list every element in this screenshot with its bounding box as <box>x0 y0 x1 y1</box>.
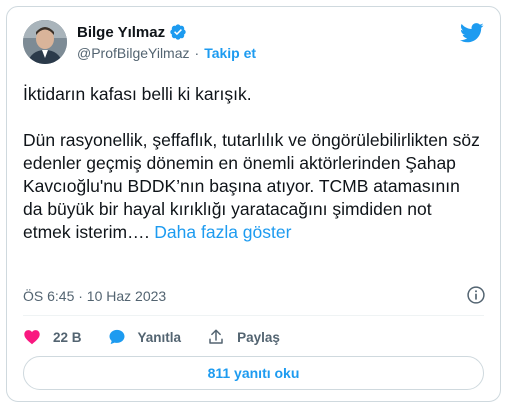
share-upload-icon <box>209 329 223 344</box>
separator-dot: · <box>194 45 200 61</box>
handle-row: @ProfBilgeYilmaz · Takip et <box>77 45 256 61</box>
author-handle[interactable]: @ProfBilgeYilmaz <box>77 45 190 61</box>
author-name[interactable]: Bilge Yılmaz <box>77 24 165 41</box>
likes-count: 22 B <box>53 329 82 345</box>
avatar[interactable] <box>23 20 67 64</box>
show-more-link[interactable]: Daha fazla göster <box>154 222 291 242</box>
read-replies-button[interactable]: 811 yanıtı oku <box>23 356 484 390</box>
twitter-bird-icon[interactable] <box>459 22 484 44</box>
tweet-card[interactable]: Bilge Yılmaz @ProfBilgeYilmaz · Takip et… <box>6 6 501 402</box>
info-icon[interactable] <box>466 285 486 305</box>
reply-button[interactable]: Yanıtla <box>108 328 182 346</box>
name-row: Bilge Yılmaz <box>77 23 187 41</box>
share-label: Paylaş <box>237 329 280 345</box>
follow-button[interactable]: Takip et <box>204 45 256 61</box>
tweet-body: İktidarın kafası belli ki karışık. Dün r… <box>23 84 480 242</box>
heart-icon <box>24 330 40 345</box>
share-button[interactable]: Paylaş <box>207 328 280 346</box>
divider <box>23 315 484 316</box>
tweet-text: İktidarın kafası belli ki karışık. Dün r… <box>23 83 483 244</box>
action-bar: 22 B Yanıtla Paylaş <box>23 327 306 347</box>
like-button[interactable]: 22 B <box>23 328 82 346</box>
tweet-header: Bilge Yılmaz @ProfBilgeYilmaz · Takip et <box>23 20 484 64</box>
reply-label: Yanıtla <box>137 329 182 345</box>
verified-badge-icon <box>169 23 187 41</box>
read-replies-label: 811 yanıtı oku <box>207 365 300 381</box>
tweet-timestamp[interactable]: ÖS 6:45 · 10 Haz 2023 <box>23 288 166 304</box>
speech-bubble-icon <box>109 329 125 345</box>
